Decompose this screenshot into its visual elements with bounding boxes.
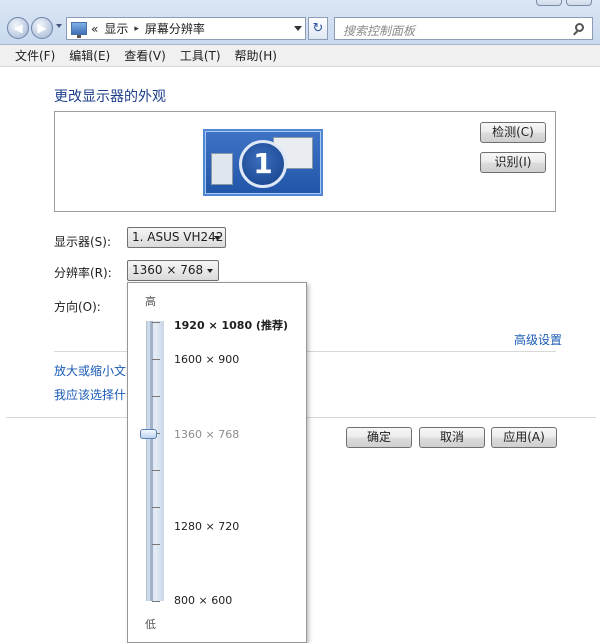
slider-tick (152, 359, 160, 360)
slider-tick (152, 322, 160, 323)
ok-button[interactable]: 确定 (346, 427, 412, 448)
resolution-option[interactable]: 800 × 600 (174, 594, 232, 607)
resolution-option[interactable]: 1280 × 720 (174, 520, 239, 533)
monitor-screen-icon (211, 153, 233, 185)
search-icon[interactable] (575, 23, 584, 32)
resolution-select[interactable]: 1360 × 768 (127, 260, 219, 281)
resolution-label: 分辨率(R): (54, 266, 112, 280)
address-bar[interactable]: « 显示 ▸ 屏幕分辨率 (66, 17, 306, 40)
menu-edit[interactable]: 编辑(E) (62, 47, 117, 64)
menu-bar: 文件(F) 编辑(E) 查看(V) 工具(T) 帮助(H) (0, 45, 600, 67)
monitor-tile[interactable]: 1 (203, 129, 323, 196)
display-label: 显示器(S): (54, 235, 112, 249)
refresh-button[interactable]: ↻ (308, 17, 328, 40)
cancel-button[interactable]: 取消 (419, 427, 485, 448)
page-title: 更改显示器的外观 (54, 89, 166, 105)
minimize-button[interactable] (536, 0, 562, 6)
arrow-right-icon: ▶ (37, 21, 47, 35)
apply-button[interactable]: 应用(A) (491, 427, 557, 448)
address-bar-region: ◀ ▶ « 显示 ▸ 屏幕分辨率 ↻ 搜索控制面板 (0, 0, 600, 45)
display-control-panel-icon (71, 22, 87, 38)
breadcrumb-overflow[interactable]: « (91, 22, 98, 36)
breadcrumb-screen-resolution[interactable]: 屏幕分辨率 (145, 20, 205, 37)
close-button[interactable] (566, 0, 592, 6)
text-size-link[interactable]: 放大或缩小文本 (54, 362, 138, 379)
recent-pages-dropdown-icon[interactable] (56, 24, 62, 28)
forward-button[interactable]: ▶ (31, 17, 53, 39)
slider-tick (152, 396, 160, 397)
window-controls (536, 0, 592, 6)
slider-tick (152, 601, 160, 602)
detect-button[interactable]: 检测(C) (480, 122, 546, 143)
slider-low-label: 低 (145, 618, 156, 631)
monitor-number: 1 (239, 140, 287, 188)
resolution-option[interactable]: 1600 × 900 (174, 353, 239, 366)
search-input[interactable]: 搜索控制面板 (334, 17, 593, 40)
display-select[interactable]: 1. ASUS VH242 (127, 227, 226, 248)
slider-high-label: 高 (145, 295, 156, 308)
back-button[interactable]: ◀ (7, 17, 29, 39)
display-select-value: 1. ASUS VH242 (132, 230, 224, 244)
resolution-select-value: 1360 × 768 (132, 263, 204, 277)
search-placeholder: 搜索控制面板 (343, 24, 416, 38)
address-dropdown-icon[interactable] (294, 26, 302, 31)
menu-tools[interactable]: 工具(T) (173, 47, 228, 64)
breadcrumb-display[interactable]: 显示 (104, 20, 128, 37)
resolution-option-current[interactable]: 1360 × 768 (174, 428, 239, 441)
resolution-dropdown-popup: 高 1920 × 1080 (推荐) 1600 × 900 1360 × 768… (127, 282, 307, 643)
orientation-label: 方向(O): (54, 300, 101, 314)
slider-tick (152, 507, 160, 508)
chevron-down-icon (214, 236, 220, 240)
breadcrumb-separator-icon[interactable]: ▸ (134, 24, 139, 34)
menu-help[interactable]: 帮助(H) (228, 47, 284, 64)
menu-file[interactable]: 文件(F) (8, 47, 62, 64)
refresh-icon: ↻ (312, 21, 324, 36)
chevron-down-icon (207, 269, 213, 273)
which-settings-link[interactable]: 我应该选择什么 (54, 386, 138, 403)
arrow-left-icon: ◀ (13, 21, 23, 35)
resolution-slider-thumb[interactable] (140, 429, 157, 439)
menu-view[interactable]: 查看(V) (117, 47, 173, 64)
slider-tick (152, 470, 160, 471)
resolution-slider[interactable] (146, 321, 164, 601)
slider-tick (152, 544, 160, 545)
identify-button[interactable]: 识别(I) (480, 152, 546, 173)
resolution-option[interactable]: 1920 × 1080 (推荐) (174, 317, 288, 333)
advanced-settings-link[interactable]: 高级设置 (514, 331, 562, 348)
